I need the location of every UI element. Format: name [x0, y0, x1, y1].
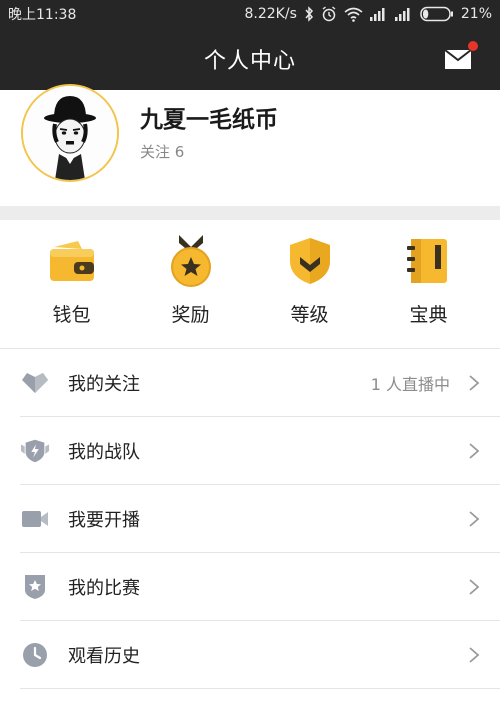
menu-item-start-stream[interactable]: 我要开播: [20, 485, 500, 553]
battery-percent: 21%: [460, 6, 492, 22]
heart-icon: [20, 368, 50, 398]
menu-item-following[interactable]: 我的关注 1 人直播中: [20, 349, 500, 417]
chevron-right-icon: [469, 578, 480, 595]
quick-action-label: 奖励: [171, 304, 210, 326]
signal-icon-sim1: [369, 7, 388, 21]
alarm-icon: [321, 6, 337, 22]
avatar[interactable]: [21, 84, 119, 182]
menu-item-label: 我的比赛: [68, 577, 140, 599]
network-speed: 8.22K/s: [244, 6, 297, 22]
menu-item-label: 我要开播: [68, 509, 140, 531]
wallet-icon: [47, 236, 97, 286]
quick-action-level[interactable]: 等级: [260, 220, 360, 348]
mail-icon: [444, 49, 472, 69]
username: 九夏一毛纸币: [140, 107, 278, 133]
status-time: 晚上11:38: [8, 7, 77, 23]
chevron-right-icon: [469, 374, 480, 391]
avatar-portrait-icon: [23, 86, 117, 180]
header-bar: 个人中心: [0, 28, 500, 90]
bluetooth-icon: [304, 6, 314, 22]
menu-item-history[interactable]: 观看历史: [20, 621, 500, 689]
battery-icon: [420, 6, 454, 22]
menu-item-label: 我的关注: [68, 373, 140, 395]
status-bar: 晚上11:38 8.22K/s 21%: [0, 0, 500, 28]
camera-icon: [20, 504, 50, 534]
quick-action-reward[interactable]: 奖励: [141, 220, 241, 348]
page-title: 个人中心: [203, 49, 296, 74]
menu-item-team[interactable]: 我的战队: [20, 417, 500, 485]
quick-action-label: 等级: [290, 304, 329, 326]
quick-action-label: 钱包: [52, 304, 91, 326]
quick-actions: 钱包 奖励 等级 宝典: [0, 220, 500, 348]
quick-action-label: 宝典: [409, 304, 448, 326]
quick-action-wallet[interactable]: 钱包: [22, 220, 122, 348]
messages-button[interactable]: [444, 41, 478, 71]
menu-list: 我的关注 1 人直播中 我的战队 我要开播 我的比赛 观看历史: [0, 348, 500, 689]
notification-dot: [468, 41, 478, 51]
match-badge-icon: [20, 572, 50, 602]
menu-item-label: 我的战队: [68, 441, 140, 463]
signal-icon-sim2: [394, 7, 413, 21]
follow-count[interactable]: 关注 6: [140, 141, 184, 162]
chevron-right-icon: [469, 510, 480, 527]
live-count: 1 人直播中: [370, 374, 450, 394]
level-shield-icon: [285, 236, 335, 286]
profile-section[interactable]: 九夏一毛纸币 关注 6: [0, 84, 500, 206]
team-icon: [20, 436, 50, 466]
section-divider: [0, 206, 500, 220]
quick-action-guide[interactable]: 宝典: [379, 220, 479, 348]
chevron-right-icon: [469, 646, 480, 663]
book-icon: [404, 236, 454, 286]
clock-icon: [20, 640, 50, 670]
chevron-right-icon: [469, 442, 480, 459]
menu-item-matches[interactable]: 我的比赛: [20, 553, 500, 621]
status-icons: 8.22K/s 21%: [245, 6, 493, 22]
medal-icon: [166, 235, 216, 287]
wifi-icon: [344, 7, 363, 22]
menu-item-label: 观看历史: [68, 645, 140, 667]
